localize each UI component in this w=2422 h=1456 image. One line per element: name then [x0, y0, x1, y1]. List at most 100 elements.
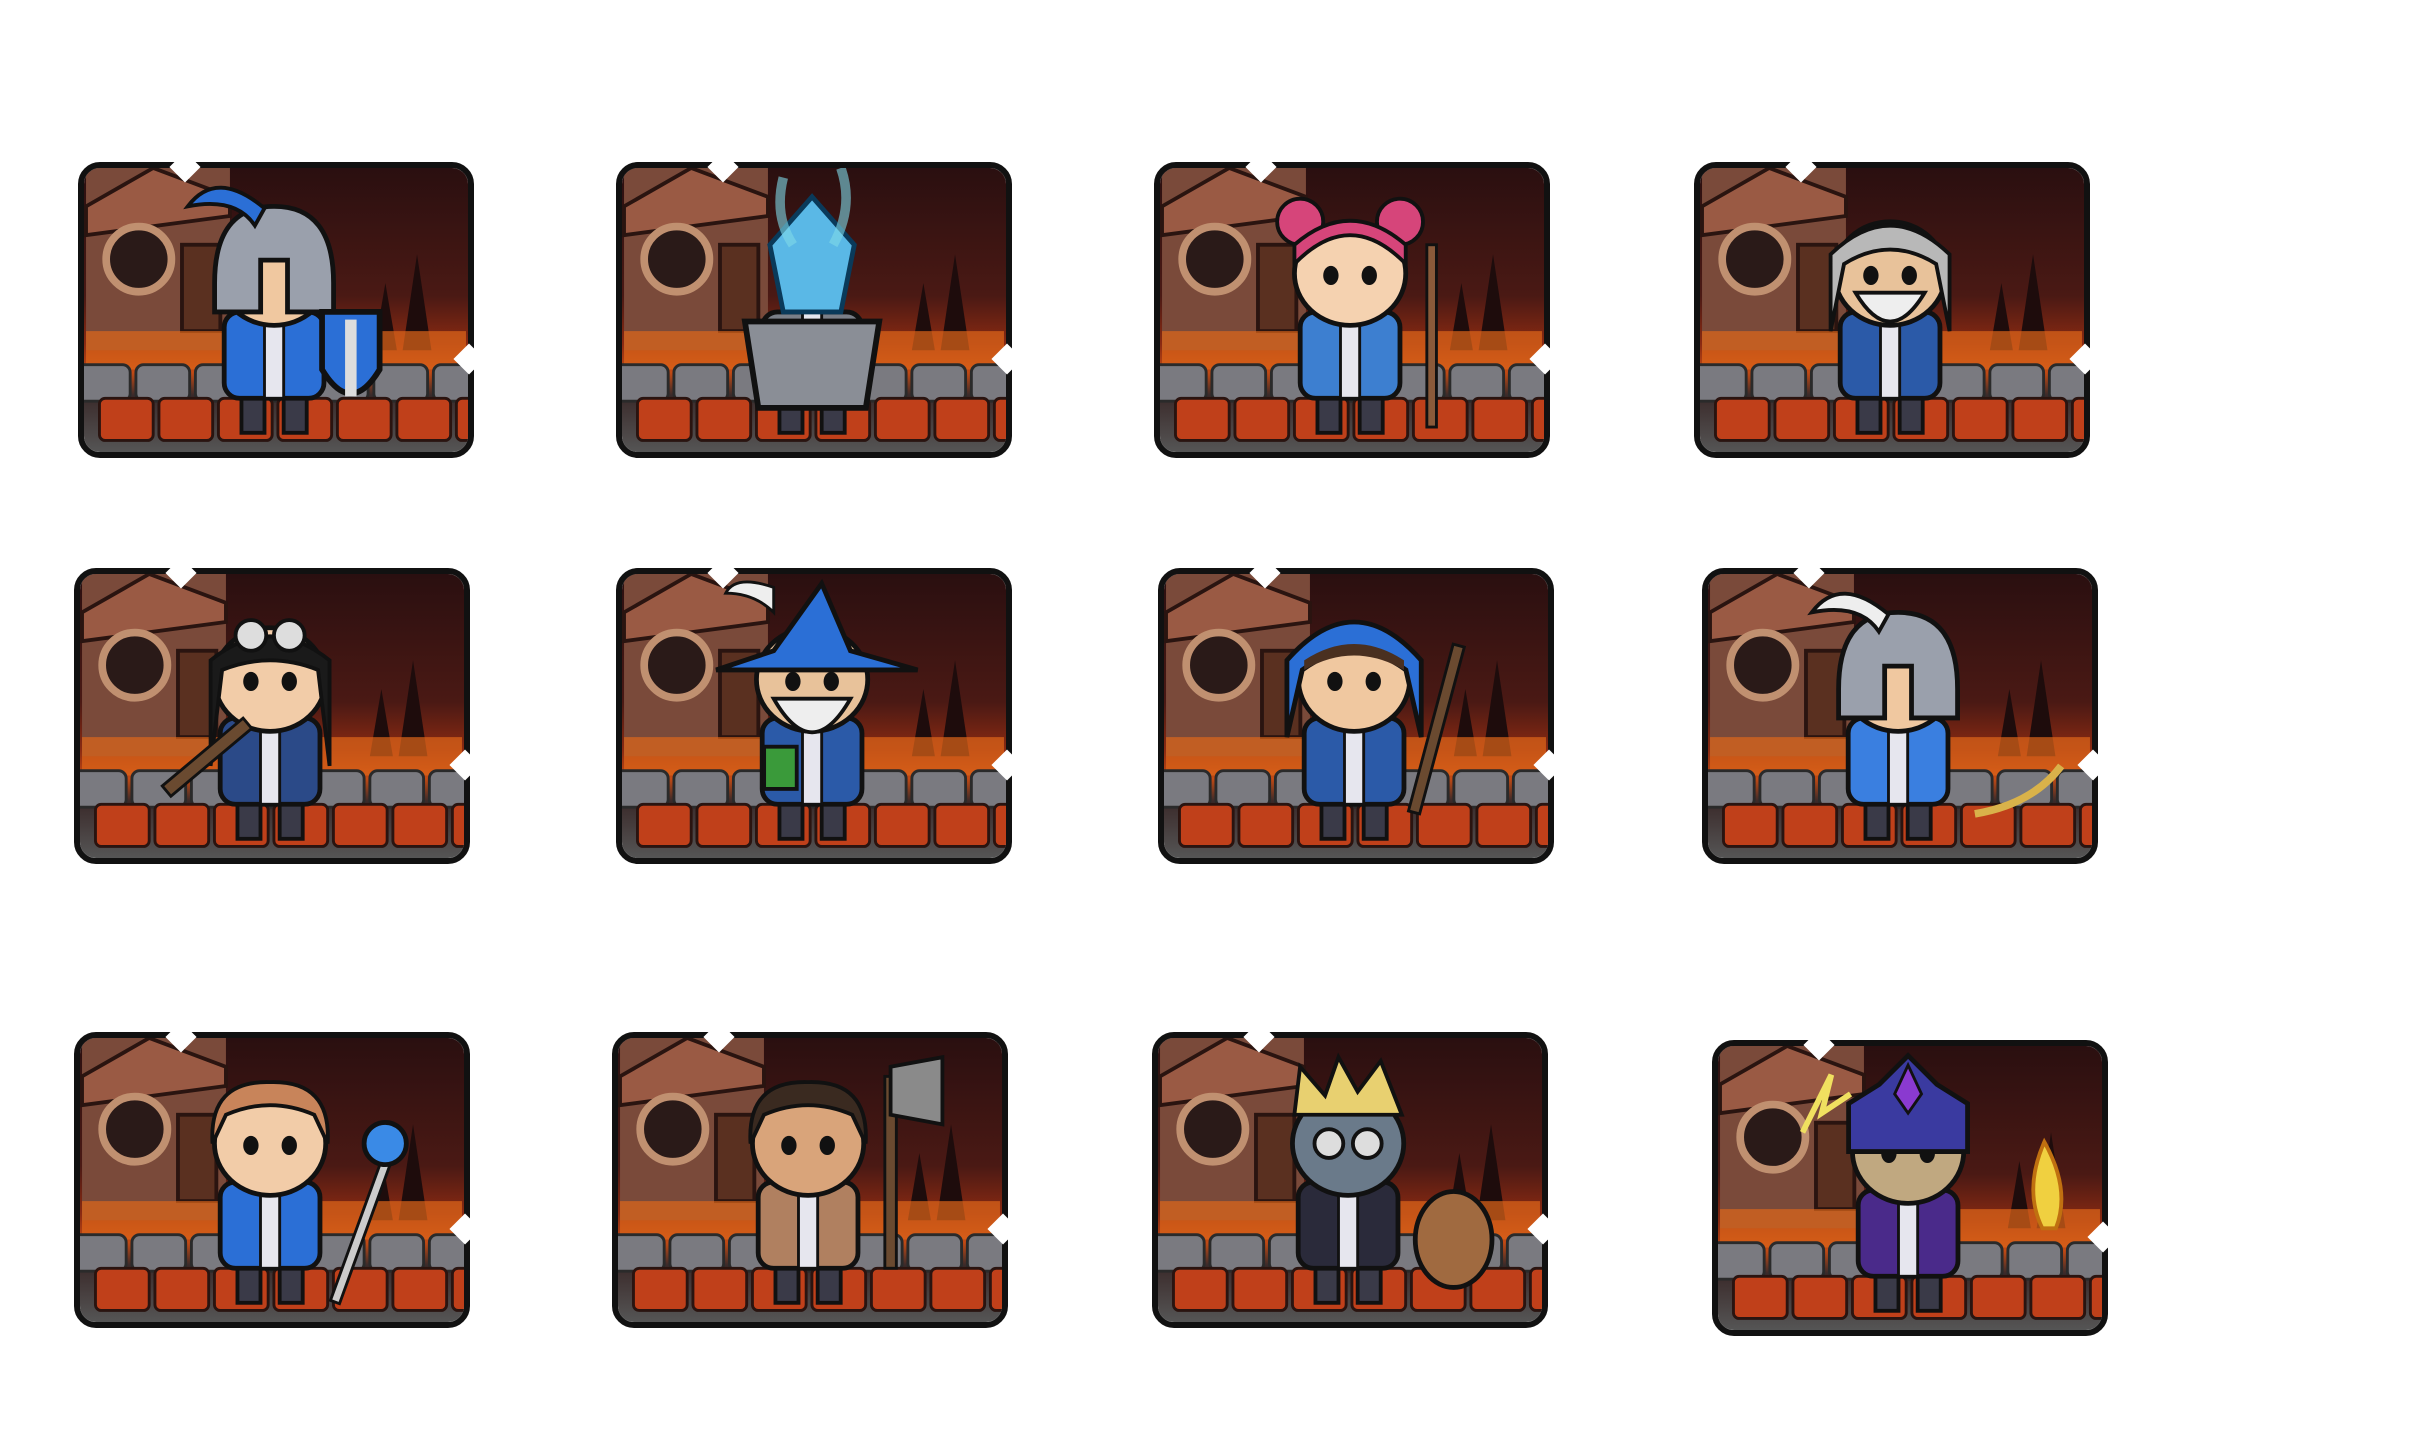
lava-brick	[98, 396, 155, 442]
stone-block	[1214, 769, 1272, 809]
goggle-lens	[1312, 1127, 1346, 1160]
stone-block	[80, 1233, 128, 1273]
shield-stripe	[345, 319, 357, 397]
stone-block	[1718, 1241, 1766, 1281]
goggles-girl-icon	[80, 574, 464, 848]
portrait-frame	[1708, 574, 2092, 858]
lava-brick	[1411, 396, 1469, 442]
hero-eye	[1863, 265, 1879, 286]
stone-block	[1208, 1233, 1266, 1273]
hero-eye	[281, 671, 297, 692]
hero-card-ranger[interactable]	[1158, 557, 1565, 864]
round-window	[98, 1092, 172, 1166]
lava-brick	[636, 802, 693, 848]
lava-brick	[873, 396, 931, 442]
hero-card-engineer[interactable]	[1152, 1021, 1559, 1328]
stone-block	[1507, 363, 1544, 403]
stone-block	[2065, 1241, 2102, 1281]
hero-card-wizard[interactable]	[616, 557, 1023, 864]
portrait-frame	[1718, 1046, 2102, 1330]
stone-block	[1160, 363, 1208, 403]
lava-brick	[153, 802, 211, 848]
lava-brick	[1722, 802, 1779, 848]
wizard-hat-icon	[622, 574, 1006, 848]
stone-block	[1452, 769, 1510, 809]
stone-block	[672, 363, 730, 403]
goggle-lens	[1350, 1127, 1384, 1160]
stone-block	[84, 363, 132, 403]
bearded-elder-icon	[1700, 168, 2084, 442]
pet-companion	[1412, 1189, 1495, 1290]
hero-eye	[1365, 671, 1381, 692]
round-window	[98, 628, 172, 702]
hero-card-knight[interactable]	[78, 151, 485, 458]
stone-block	[1768, 1241, 1826, 1281]
stone-block	[1988, 363, 2046, 403]
lava-brick	[1475, 802, 1533, 848]
lava-brick	[1534, 802, 1548, 848]
round-window	[102, 222, 176, 296]
portrait-frame	[1164, 574, 1548, 858]
lava-brick	[1714, 396, 1771, 442]
round-window	[640, 628, 714, 702]
lava-brick	[331, 802, 389, 848]
goggles-engineer-icon	[1158, 1038, 1542, 1312]
stone-block	[1448, 363, 1506, 403]
hero-card-warlock[interactable]	[1712, 1029, 2119, 1336]
hero-eye	[243, 1135, 259, 1156]
hero-card-crystal[interactable]	[616, 151, 1023, 458]
hero-card-gunner[interactable]	[74, 557, 481, 864]
hero-eye	[819, 1135, 835, 1156]
spell-book	[762, 744, 799, 791]
lava-brick	[2070, 396, 2084, 442]
wooden-staff	[1425, 243, 1438, 429]
hero-eye	[1327, 671, 1343, 692]
lava-brick	[2011, 396, 2069, 442]
hero-card-elder[interactable]	[1694, 151, 2101, 458]
stone-block	[80, 769, 128, 809]
lava-brick	[450, 1266, 464, 1312]
stone-block	[668, 1233, 726, 1273]
lava-brick	[153, 1266, 211, 1312]
hero-card-barbarian[interactable]	[612, 1021, 1019, 1328]
portrait-frame	[622, 574, 1006, 858]
stone-block	[1505, 1233, 1542, 1273]
axe-barbarian-icon	[618, 1038, 1002, 1312]
house-door	[718, 242, 761, 334]
lava-brick	[391, 802, 449, 848]
hero-eye	[1901, 265, 1917, 286]
crystal-brazier-icon	[622, 168, 1006, 442]
hero-eye	[1323, 265, 1339, 286]
stone-block	[1511, 769, 1548, 809]
lava-brick	[94, 802, 151, 848]
hero-eye	[1361, 265, 1377, 286]
stone-block	[969, 769, 1006, 809]
hero-eye	[785, 671, 801, 692]
lava-brick	[636, 396, 693, 442]
portrait-frame	[618, 1038, 1002, 1322]
lava-brick	[94, 1266, 151, 1312]
hero-card-archer[interactable]	[1702, 557, 2109, 864]
lava-brick	[1237, 802, 1295, 848]
lava-brick	[1174, 396, 1231, 442]
blue-orb	[361, 1120, 409, 1168]
lava-brick	[1969, 1274, 2027, 1320]
lava-brick	[2029, 1274, 2087, 1320]
lava-brick	[632, 1266, 689, 1312]
lava-brick	[2088, 1274, 2102, 1320]
lava-brick	[1231, 1266, 1289, 1312]
portrait-frame	[80, 574, 464, 858]
hero-card-mage[interactable]	[74, 1021, 481, 1328]
hero-card-healer[interactable]	[1154, 151, 1561, 458]
stone-block	[1758, 769, 1816, 809]
hero-eye	[823, 671, 839, 692]
round-window	[640, 222, 714, 296]
pink-hair-girl-icon	[1160, 168, 1544, 442]
shield-knight-icon	[84, 168, 468, 442]
portrait-frame	[1160, 168, 1544, 452]
stone-block	[134, 363, 192, 403]
round-window	[1718, 222, 1792, 296]
round-window	[1736, 1100, 1810, 1174]
hero-eye	[243, 671, 259, 692]
stone-block	[910, 363, 968, 403]
